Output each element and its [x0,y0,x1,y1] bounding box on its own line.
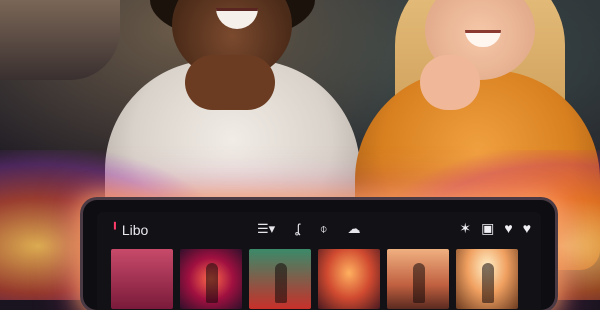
content-thumbnail-spotlight[interactable] [456,249,518,309]
tv-frame: ╹ Libo ☰▾ ʆ ⌽ ☁ ✶ ▣ ♥ ♥ [83,200,555,310]
app-logo[interactable]: ╹ Libo [111,222,148,238]
content-thumbnail-dancer[interactable] [249,249,311,309]
calendar-icon[interactable]: ▣ [481,220,494,237]
content-thumbnail-performer[interactable] [180,249,242,309]
action-icons: ✶ ▣ ♥ ♥ [449,220,531,237]
streaming-app-screen: ╹ Libo ☰▾ ʆ ⌽ ☁ ✶ ▣ ♥ ♥ [97,212,541,310]
heart-filled-icon[interactable]: ♥ [523,220,531,237]
heart-icon[interactable]: ♥ [504,220,512,237]
thumbnail-figure [206,263,218,303]
content-thumbnail-stage[interactable] [387,249,449,309]
person-icon[interactable]: ʆ [295,221,300,237]
content-row [111,249,531,309]
cloud-icon[interactable]: ☁ [348,221,361,237]
speech-bubble-icon[interactable]: ⌽ [320,221,328,237]
nav-icons: ☰▾ ʆ ⌽ ☁ [257,221,381,237]
logo-mark-icon: ╹ [111,222,119,237]
content-thumbnail-curtain[interactable] [111,249,173,309]
content-thumbnail-concert[interactable] [318,249,380,309]
person-right-hand [420,55,480,110]
thumbnail-figure [275,263,287,303]
star-icon[interactable]: ✶ [459,220,471,237]
menu-icon[interactable]: ☰▾ [257,221,275,237]
person-left-hands [185,55,275,110]
thumbnail-figure [482,263,494,303]
app-topbar: ╹ Libo ☰▾ ʆ ⌽ ☁ ✶ ▣ ♥ ♥ [97,212,541,246]
background-person [0,0,120,80]
thumbnail-figure [413,263,425,303]
app-logo-text: Libo [121,222,149,238]
